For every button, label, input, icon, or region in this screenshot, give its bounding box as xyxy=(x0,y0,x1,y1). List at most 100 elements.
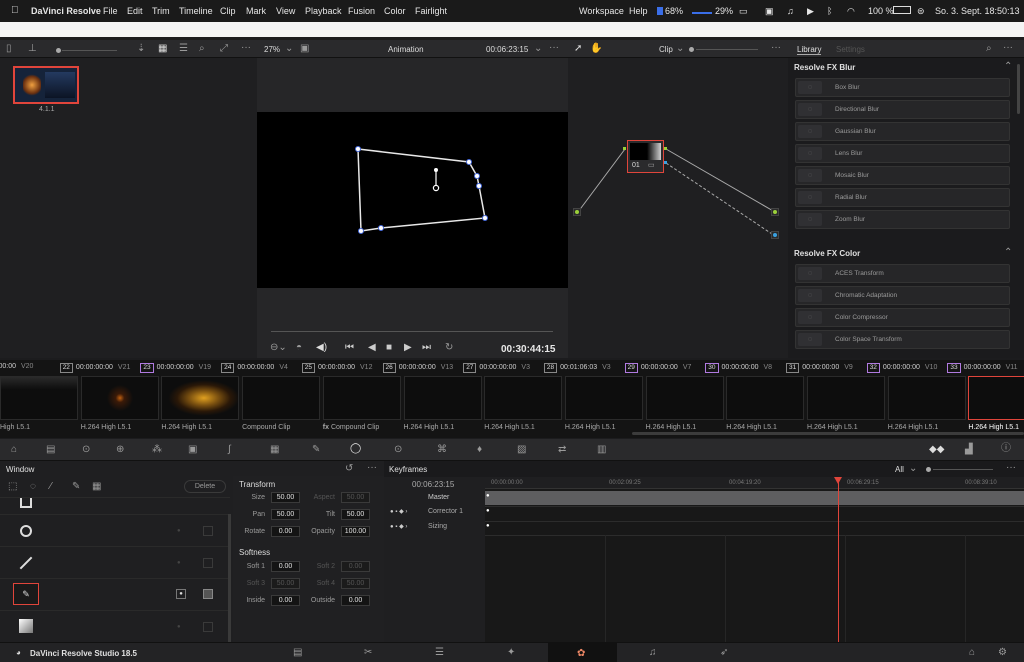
clip-header[interactable]: 23 00:00:00:00 V19 xyxy=(140,363,211,374)
go-to-end-icon[interactable]: ⏭ xyxy=(422,343,431,353)
viewer-timecode[interactable]: 00:06:23:15 xyxy=(486,45,528,54)
keyframes-filter[interactable]: All xyxy=(895,465,904,474)
fx-item[interactable]: ◌ ACES Transform xyxy=(795,264,1010,283)
linear-window-icon[interactable]: ⁄ xyxy=(50,482,52,492)
color-match-icon[interactable]: ▤ xyxy=(46,445,55,455)
collapse-icon[interactable]: ⌃ xyxy=(1004,248,1012,258)
window-enable-checkbox[interactable] xyxy=(203,558,213,568)
sort-icon[interactable]: ⇣ xyxy=(137,44,145,54)
magic-mask-icon[interactable]: ⌘ xyxy=(437,445,447,455)
fx-item[interactable]: ◌ Color Compressor xyxy=(795,308,1010,327)
soft1-field[interactable]: 0.00 xyxy=(271,561,300,572)
zoom-slider-track[interactable] xyxy=(62,50,117,51)
fx-item[interactable]: ◌ Directional Blur xyxy=(795,100,1010,119)
clip-thumbnail[interactable] xyxy=(645,376,724,420)
menu-edit[interactable]: Edit xyxy=(127,6,143,16)
curve-window-icon[interactable]: ✎ xyxy=(72,482,80,492)
play-icon[interactable]: ▶ xyxy=(807,6,814,17)
fx-item[interactable]: ◌ Gaussian Blur xyxy=(795,122,1010,141)
clip-header[interactable]: 31 00:00:00:00 V9 xyxy=(786,363,853,374)
search-icon[interactable]: ⌕ xyxy=(199,44,205,54)
gallery-still[interactable] xyxy=(13,66,79,104)
node-editor[interactable]: 01 ▭ xyxy=(568,58,788,358)
menu-mark[interactable]: Mark xyxy=(246,6,266,16)
go-to-start-icon[interactable]: ⏮ xyxy=(345,343,354,353)
gear-icon[interactable]: ⚙ xyxy=(998,648,1007,658)
clip-thumbnail[interactable] xyxy=(968,376,1024,420)
list-view-icon[interactable]: ☰ xyxy=(179,44,188,54)
stop-icon[interactable]: ■ xyxy=(386,343,392,353)
window-list-scrollbar[interactable] xyxy=(228,514,231,642)
hand-icon[interactable]: ✋ xyxy=(590,44,602,54)
track-corrector[interactable]: Corrector 1 xyxy=(428,508,463,515)
viewer-canvas[interactable] xyxy=(257,112,568,288)
invert-toggle[interactable]: ● xyxy=(177,528,181,534)
window-row-square[interactable] xyxy=(0,498,228,515)
search-icon[interactable]: ⌕ xyxy=(986,44,992,54)
rectangle-window-icon[interactable]: ⬚ xyxy=(8,482,17,492)
menu-workspace[interactable]: Workspace xyxy=(579,6,624,16)
scopes-icon[interactable]: ▟ xyxy=(965,445,973,455)
playhead-marker[interactable] xyxy=(834,477,842,484)
clip-thumbnail[interactable] xyxy=(726,376,805,420)
clip-thumbnail[interactable] xyxy=(80,376,159,420)
fx-item[interactable]: ◌ Color Space Transform xyxy=(795,330,1010,349)
viewer-mode-icon[interactable]: ▣ xyxy=(300,44,309,54)
tab-settings[interactable]: Settings xyxy=(836,45,865,54)
window-row-circle[interactable]: ● xyxy=(0,515,228,547)
volume-icon[interactable]: ◀) xyxy=(316,343,327,353)
node-mode-select[interactable]: Clip xyxy=(659,45,673,54)
menu-color[interactable]: Color xyxy=(384,6,406,16)
node-zoom-knob[interactable] xyxy=(689,47,694,52)
clip-header[interactable]: 26 00:00:00:00 V13 xyxy=(382,363,453,374)
power-window-icon[interactable]: ◯ xyxy=(350,444,361,454)
keyframe-zoom-track[interactable] xyxy=(933,469,993,470)
clip-thumbnail[interactable] xyxy=(403,376,482,420)
clip-thumbnail[interactable] xyxy=(887,376,966,420)
keyframe-dot[interactable]: ● xyxy=(486,493,490,499)
keyframe-ruler[interactable]: 00:00:00:00 00:02:09:25 00:04:19:20 00:0… xyxy=(485,477,1024,489)
more-options-icon[interactable]: ··· xyxy=(1006,463,1016,473)
3d-icon[interactable]: ▥ xyxy=(597,445,606,455)
node-zoom-track[interactable] xyxy=(696,49,758,50)
circle-window-icon[interactable]: ◌ xyxy=(30,482,36,492)
clip-thumbnail[interactable] xyxy=(0,376,78,420)
grid-view-icon[interactable]: ▦ xyxy=(158,44,167,54)
rgb-mixer-icon[interactable]: ⁂ xyxy=(152,445,162,455)
invert-toggle[interactable]: ● xyxy=(176,589,186,599)
inside-field[interactable]: 0.00 xyxy=(271,595,300,606)
soft3-field[interactable]: 50.00 xyxy=(271,578,300,589)
viewer-scrubber[interactable] xyxy=(271,331,553,332)
clip-header[interactable]: 30 00:00:00:00 V8 xyxy=(705,363,772,374)
opacity-field[interactable]: 100.00 xyxy=(341,526,370,537)
collapse-icon[interactable]: ⌃ xyxy=(1004,62,1012,72)
color-page-tab[interactable]: ✿ xyxy=(548,643,617,662)
fx-group-title[interactable]: Resolve FX Color xyxy=(794,249,860,258)
outside-field[interactable]: 0.00 xyxy=(341,595,370,606)
fairlight-page-icon[interactable]: ♫ xyxy=(649,648,657,658)
clip-header[interactable]: 29 00:00:00:00 V7 xyxy=(624,363,691,374)
control-center-icon[interactable]: ⊜ xyxy=(917,6,925,17)
menu-view[interactable]: View xyxy=(276,6,295,16)
viewer-wipe-icon[interactable]: ⊖⌄ xyxy=(270,343,287,353)
power-window-shape[interactable] xyxy=(257,112,568,288)
info-icon[interactable]: ⓘ xyxy=(1001,444,1011,454)
menu-help[interactable]: Help xyxy=(629,6,648,16)
app-menu[interactable]: DaVinci Resolve xyxy=(31,6,101,16)
screen-icon[interactable]: ▣ xyxy=(765,6,774,17)
key-icon[interactable]: ▨ xyxy=(517,445,526,455)
menu-fairlight[interactable]: Fairlight xyxy=(415,6,447,16)
apple-icon[interactable]:  xyxy=(11,5,19,16)
size-field[interactable]: 50.00 xyxy=(271,492,300,503)
fx-item[interactable]: ◌ Mosaic Blur xyxy=(795,166,1010,185)
clip-thumbnail[interactable] xyxy=(322,376,401,420)
curves-icon[interactable]: ∫ xyxy=(228,445,231,455)
clip-thumbnail[interactable] xyxy=(161,376,240,420)
more-options-icon[interactable]: ··· xyxy=(1003,43,1013,53)
clip-thumbnail[interactable] xyxy=(564,376,643,420)
clip-thumbnail[interactable] xyxy=(484,376,563,420)
blur-icon[interactable]: ♦ xyxy=(477,445,482,455)
bluetooth-icon[interactable]: ᛒ xyxy=(827,6,832,16)
chevron-down-icon[interactable]: ⌄ xyxy=(534,44,542,54)
rotate-field[interactable]: 0.00 xyxy=(271,526,300,537)
